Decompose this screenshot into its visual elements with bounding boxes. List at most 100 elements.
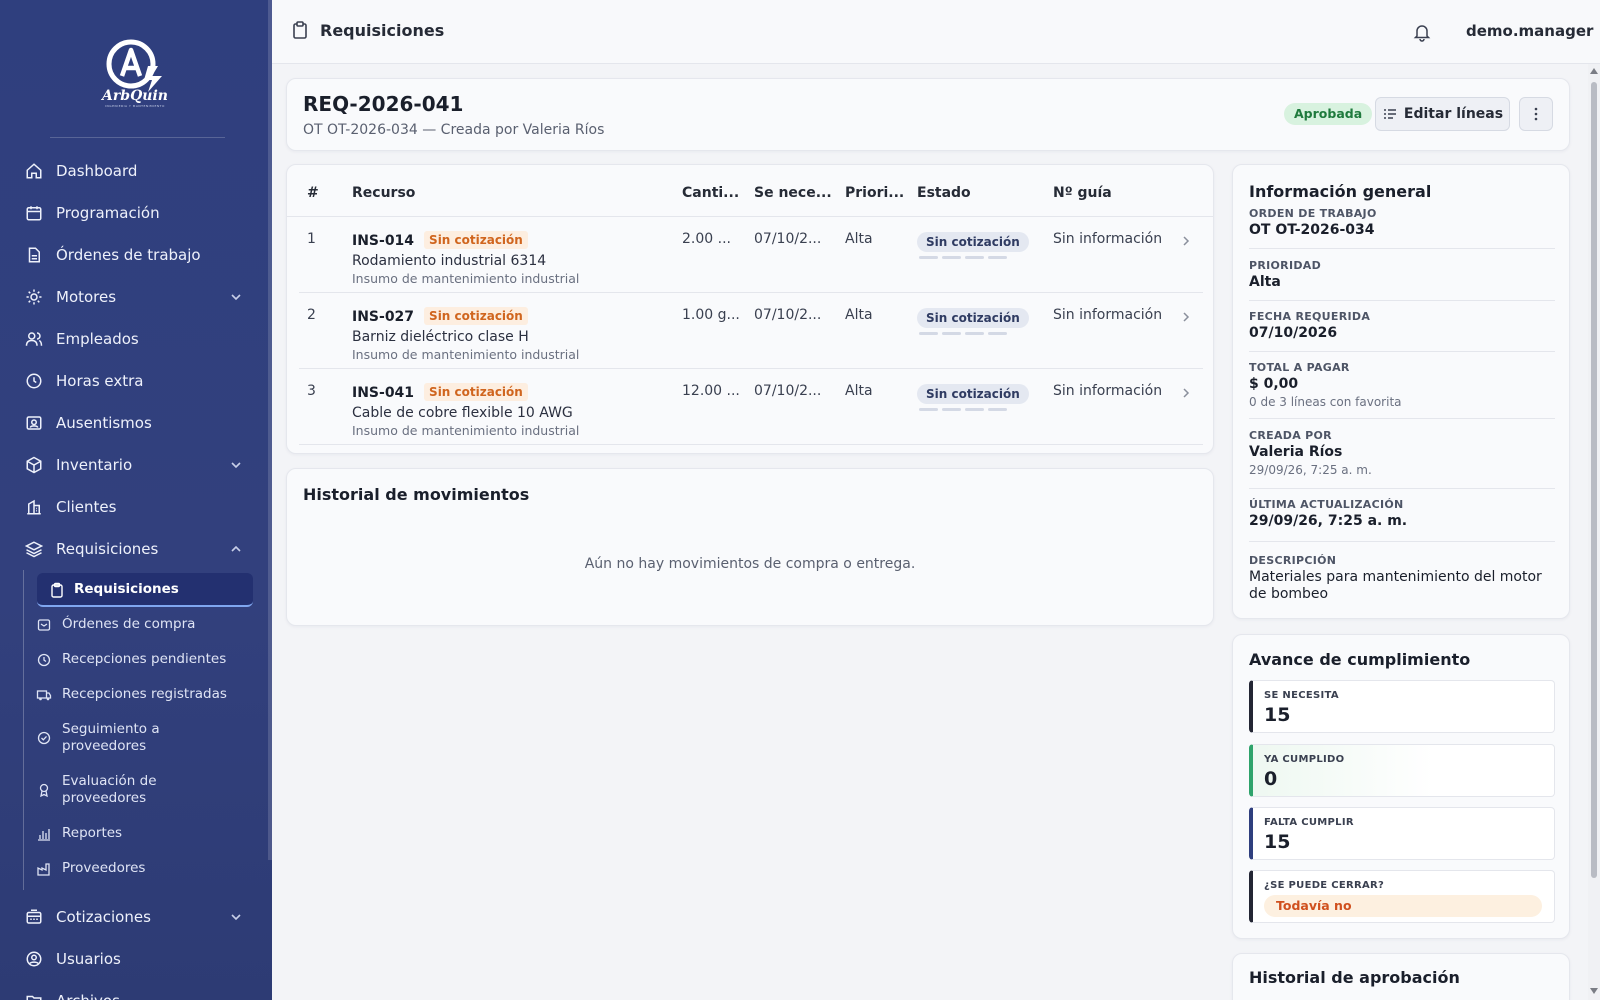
chevron-down-icon xyxy=(231,914,241,921)
subnav-item-requisiciones[interactable]: Requisiciones xyxy=(37,573,253,607)
subnav-item-recepciones-registradas[interactable]: Recepciones registradas xyxy=(24,677,270,712)
subnav-item-seguimiento-proveedores[interactable]: Seguimiento a proveedores xyxy=(24,712,270,764)
sidebar-item-inventario[interactable]: Inventario xyxy=(0,444,270,486)
chevron-right-icon[interactable] xyxy=(1179,386,1193,400)
column-header[interactable]: Canti... xyxy=(682,185,739,201)
topbar: Requisiciones demo.manager xyxy=(272,0,1600,64)
sidebar-item-programacion[interactable]: Programación xyxy=(0,192,270,234)
kpi-missing: FALTA CUMPLIR 15 xyxy=(1249,807,1555,860)
resource-code-line: INS-014 Sin cotización xyxy=(352,231,528,249)
movement-history: Historial de movimientos Aún no hay movi… xyxy=(286,468,1214,626)
sidebar-item-label: Ausentismos xyxy=(56,414,152,432)
page-scrollbar[interactable] xyxy=(1588,64,1600,1000)
clock-icon xyxy=(24,371,44,391)
column-header[interactable]: Se nece... xyxy=(754,185,832,201)
clock-icon xyxy=(37,653,51,667)
info-value: Materiales para mantenimiento del motor … xyxy=(1249,569,1542,602)
guide-cell: Sin información xyxy=(1053,231,1163,247)
status-pill: Sin cotización xyxy=(917,384,1029,404)
subnav-item-label: Requisiciones xyxy=(74,581,179,597)
chevron-right-icon[interactable] xyxy=(1179,310,1193,324)
row-number: 3 xyxy=(307,383,316,399)
section-title: Avance de cumplimiento xyxy=(1249,650,1471,669)
more-options-button[interactable] xyxy=(1519,97,1553,131)
subnav-item-evaluacion-proveedores[interactable]: Evaluación de proveedores xyxy=(24,764,270,816)
chevron-down-icon xyxy=(231,462,241,469)
scrollbar-thumb[interactable] xyxy=(1591,82,1597,878)
fulfillment-progress-card: Avance de cumplimiento SE NECESITA 15 YA… xyxy=(1232,634,1570,939)
scroll-down-icon[interactable] xyxy=(1590,988,1598,994)
sidebar-item-horas-extra[interactable]: Horas extra xyxy=(0,360,270,402)
resource-type: Insumo de mantenimiento industrial xyxy=(352,271,580,286)
sidebar-item-usuarios[interactable]: Usuarios xyxy=(0,938,270,980)
bell-icon[interactable] xyxy=(1412,22,1432,42)
can-close-pill: Todavía no xyxy=(1264,895,1542,917)
subnav-item-label: Evaluación de proveedores xyxy=(62,773,157,806)
requisition-subtitle: OT OT-2026-034 — Creada por Valeria Ríos xyxy=(303,122,605,138)
page-title: Requisiciones xyxy=(290,20,444,40)
subnav-item-label: Recepciones registradas xyxy=(62,686,227,702)
sidebar-item-cotizaciones[interactable]: Cotizaciones xyxy=(0,896,270,938)
brand-logo[interactable]: ArbQuin INGENIERIA Y MANTENIMIENTO xyxy=(100,36,170,110)
general-info-card: Información general Orden de trabajo OT … xyxy=(1232,164,1570,619)
scroll-up-icon[interactable] xyxy=(1590,68,1598,74)
subnav-item-recepciones-pendientes[interactable]: Recepciones pendientes xyxy=(24,642,270,677)
check-circle-icon xyxy=(37,731,51,745)
info-updated: Última actualización 29/09/26, 7:25 a. m… xyxy=(1249,498,1555,542)
info-note: 29/09/26, 7:25 a. m. xyxy=(1249,463,1372,477)
calendar-icon xyxy=(24,203,44,223)
status-badge: Aprobada xyxy=(1284,103,1373,125)
sidebar-item-empleados[interactable]: Empleados xyxy=(0,318,270,360)
column-header: Recurso xyxy=(352,185,416,201)
chevron-right-icon[interactable] xyxy=(1179,234,1193,248)
priority-cell: Alta xyxy=(845,231,873,247)
empty-state: Aún no hay movimientos de compra o entre… xyxy=(584,556,916,572)
info-label: Descripción xyxy=(1249,554,1337,567)
info-label: Orden de trabajo xyxy=(1249,207,1377,220)
chevron-up-icon xyxy=(231,545,241,552)
guide-cell: Sin información xyxy=(1053,307,1163,323)
sidebar-item-requisiciones[interactable]: Requisiciones xyxy=(0,528,270,570)
sidebar-item-clientes[interactable]: Clientes xyxy=(0,486,270,528)
truck-icon xyxy=(36,690,52,701)
kpi-label: YA CUMPLIDO xyxy=(1264,754,1345,765)
user-menu[interactable]: demo.manager xyxy=(1466,22,1593,40)
date-cell: 07/10/2... xyxy=(754,383,822,399)
resource-code: INS-041 xyxy=(352,385,415,401)
brand-tagline: INGENIERIA Y MANTENIMIENTO xyxy=(105,104,165,108)
sidebar-item-motores[interactable]: Motores xyxy=(0,276,270,318)
sidebar-item-ordenes-trabajo[interactable]: Órdenes de trabajo xyxy=(0,234,270,276)
resource-name: Cable de cobre flexible 10 AWG xyxy=(352,405,573,421)
subnav-item-label: Reportes xyxy=(62,825,123,841)
table-row[interactable]: 3 INS-041 Sin cotización Cable de cobre f… xyxy=(299,369,1203,445)
building-icon xyxy=(24,497,44,517)
subnav-item-proveedores[interactable]: Proveedores xyxy=(24,851,270,886)
table-row[interactable]: 2 INS-027 Sin cotización Barniz dieléctri… xyxy=(299,293,1203,369)
kpi-label: ¿SE PUEDE CERRAR? xyxy=(1264,880,1385,891)
resource-code-line: INS-027 Sin cotización xyxy=(352,307,528,325)
info-value: Valeria Ríos xyxy=(1249,444,1343,460)
priority-cell: Alta xyxy=(845,307,873,323)
column-header[interactable]: Priori... xyxy=(845,185,904,201)
status-pill: Sin cotización xyxy=(917,232,1029,252)
brand-name: ArbQuin xyxy=(102,88,168,104)
kpi-done: YA CUMPLIDO 0 xyxy=(1249,744,1555,797)
progress-steps xyxy=(919,256,1007,259)
quantity-cell: 12.00 ... xyxy=(682,383,740,399)
edit-lines-button[interactable]: Editar líneas xyxy=(1375,97,1510,131)
at-bolt-logo-icon xyxy=(106,39,162,92)
table-row[interactable]: 1 INS-014 Sin cotización Rodamiento indus… xyxy=(299,217,1203,293)
info-required-date: Fecha requerida 07/10/2026 xyxy=(1249,310,1555,352)
sidebar-item-ausentismos[interactable]: Ausentismos xyxy=(0,402,270,444)
document-icon xyxy=(24,245,44,265)
sidebar-item-dashboard[interactable]: Dashboard xyxy=(0,150,270,192)
subnav-item-reportes[interactable]: Reportes xyxy=(24,816,270,851)
info-value: 29/09/26, 7:25 a. m. xyxy=(1249,513,1408,529)
info-value: 07/10/2026 xyxy=(1249,325,1338,341)
subnav-item-ordenes-compra[interactable]: Órdenes de compra xyxy=(24,607,270,642)
sidebar: ArbQuin INGENIERIA Y MANTENIMIENTO Dashb… xyxy=(0,0,272,1000)
sidebar-item-archivos[interactable]: Archivos xyxy=(0,980,270,1000)
requisition-header: REQ-2026-041 OT OT-2026-034 — Creada por… xyxy=(286,78,1570,151)
sidebar-item-label: Usuarios xyxy=(56,950,121,968)
info-total: Total a pagar $ 0,00 0 de 3 líneas con f… xyxy=(1249,361,1555,419)
